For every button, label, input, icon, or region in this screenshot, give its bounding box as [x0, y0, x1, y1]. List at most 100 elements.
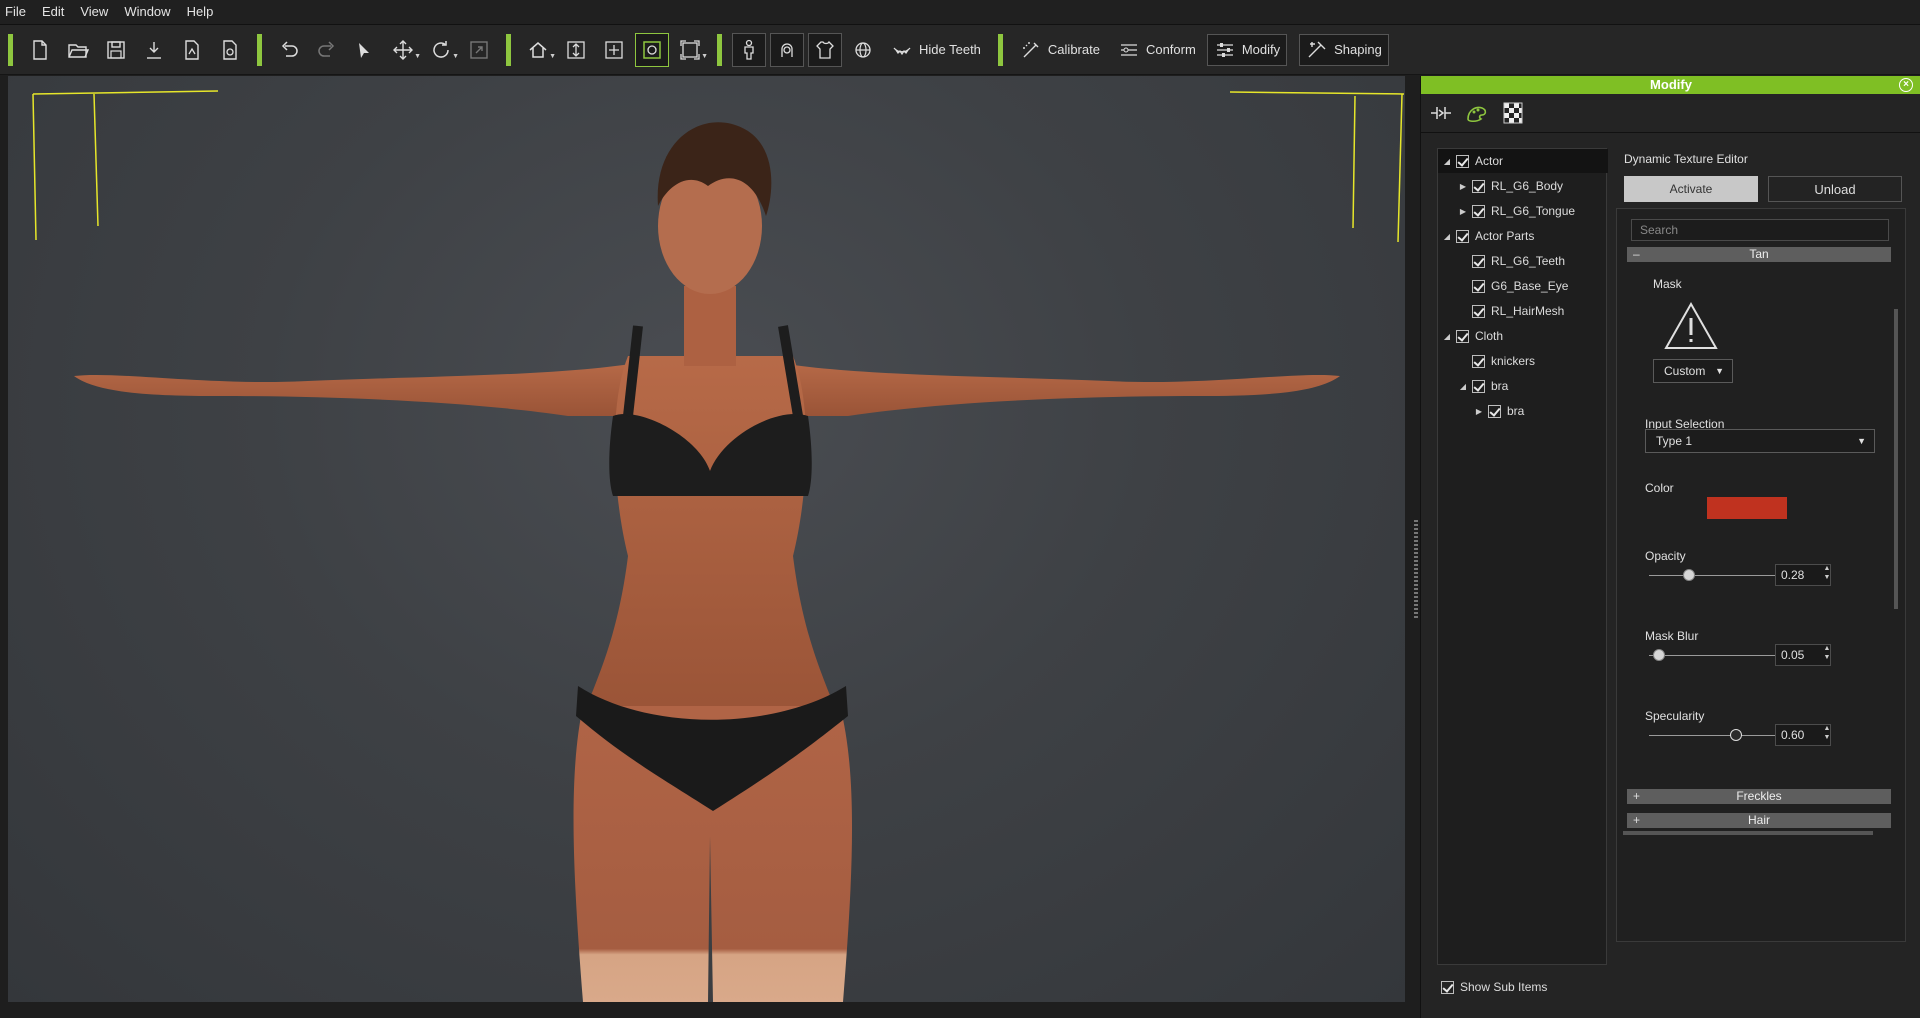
panel-resize-grip[interactable] [1414, 520, 1418, 620]
tree-item-label: RL_G6_Tongue [1491, 204, 1576, 218]
tree-item[interactable]: G6_Base_Eye [1438, 274, 1624, 298]
shaping-button[interactable]: Shaping [1299, 33, 1389, 66]
checkbox-icon[interactable] [1472, 179, 1485, 193]
checkbox-icon[interactable] [1456, 154, 1469, 168]
specularity-slider-track[interactable] [1649, 735, 1789, 736]
opacity-slider-track[interactable] [1649, 575, 1789, 576]
new-file-icon[interactable] [23, 33, 57, 67]
mask-mode-dropdown[interactable]: Custom ▼ [1653, 359, 1733, 383]
expand-arrow-icon[interactable]: ▶ [1458, 207, 1468, 216]
menu-help[interactable]: Help [179, 0, 222, 24]
checkbox-icon[interactable] [1456, 229, 1469, 243]
expand-arrow-icon[interactable]: ◢ [1458, 382, 1468, 391]
color-swatch[interactable] [1707, 497, 1787, 519]
import-icon[interactable] [137, 33, 171, 67]
search-input[interactable]: Search [1631, 219, 1889, 241]
mask-blur-slider-track[interactable] [1649, 655, 1789, 656]
input-selection-dropdown[interactable]: Type 1 ▼ [1645, 429, 1875, 453]
expand-arrow-icon[interactable]: ◢ [1442, 332, 1452, 341]
fit-selected-icon[interactable] [635, 32, 669, 67]
tab-attribute[interactable] [1423, 97, 1459, 129]
spin-buttons[interactable]: ▲ ▼ [1821, 564, 1833, 582]
tab-texture[interactable] [1495, 97, 1531, 129]
tree-item[interactable]: ▶ RL_G6_Body [1438, 174, 1624, 198]
checkbox-icon[interactable] [1472, 254, 1485, 268]
undo-icon[interactable] [272, 33, 306, 67]
section-tan[interactable]: – Tan [1627, 247, 1891, 262]
calibrate-icon [1022, 41, 1039, 57]
3d-viewport[interactable] [8, 76, 1405, 1002]
mask-blur-slider-knob[interactable] [1653, 649, 1665, 661]
open-folder-icon[interactable] [61, 33, 95, 67]
rotate-icon[interactable]: ▼ [424, 33, 459, 67]
save-icon[interactable] [99, 33, 133, 67]
export-settings-icon[interactable] [213, 33, 247, 67]
tree-item[interactable]: ◢ bra [1438, 374, 1624, 398]
viewport-scene [32, 90, 1405, 1002]
body-icon[interactable] [732, 32, 766, 67]
teeth-icon [893, 47, 911, 55]
fit-all-icon[interactable] [597, 33, 631, 67]
checkbox-icon[interactable] [1472, 204, 1485, 218]
spin-buttons[interactable]: ▲ ▼ [1821, 724, 1833, 742]
tree-item[interactable]: RL_G6_Teeth [1438, 249, 1624, 273]
menu-view[interactable]: View [72, 0, 116, 24]
calibrate-button[interactable]: Calibrate [1013, 34, 1107, 66]
vertical-scrollbar[interactable] [1894, 309, 1898, 609]
opacity-slider-knob[interactable] [1683, 569, 1695, 581]
checkbox-icon[interactable] [1456, 329, 1469, 343]
section-freckles[interactable]: + Freckles [1627, 789, 1891, 804]
select-arrow-icon[interactable] [348, 33, 382, 67]
checkbox-icon[interactable] [1472, 279, 1485, 293]
cloth-icon[interactable] [808, 32, 842, 67]
checkbox-icon[interactable] [1472, 379, 1485, 393]
tab-material[interactable] [1459, 97, 1495, 129]
export-icon[interactable] [175, 33, 209, 67]
checkbox-icon[interactable] [1472, 354, 1485, 368]
tree-item[interactable]: ◢ Actor [1438, 149, 1608, 173]
expand-arrow-icon[interactable]: ◢ [1442, 232, 1452, 241]
expand-arrow-icon[interactable]: ▶ [1458, 182, 1468, 191]
globe-icon[interactable] [846, 33, 880, 67]
editor-scroll-area[interactable]: Search – Tan Mask Custom ▼ Input Selecti… [1616, 208, 1906, 942]
checkbox-icon[interactable] [1472, 304, 1485, 318]
redo-icon[interactable] [310, 33, 344, 67]
conform-button[interactable]: Conform [1111, 34, 1203, 66]
menu-window[interactable]: Window [116, 0, 178, 24]
specularity-label: Specularity [1645, 709, 1705, 723]
menu-edit[interactable]: Edit [34, 0, 72, 24]
tree-item[interactable]: ▶ RL_G6_Tongue [1438, 199, 1624, 223]
tree-item[interactable]: ◢ Cloth [1438, 324, 1608, 348]
close-icon[interactable]: × [1899, 78, 1913, 92]
show-sub-items-checkbox[interactable]: Show Sub Items [1437, 980, 1547, 994]
tree-item-label: RL_HairMesh [1491, 304, 1565, 318]
neck [684, 286, 736, 366]
hide-teeth-button[interactable]: Hide Teeth [884, 34, 988, 66]
checkbox-icon[interactable] [1488, 404, 1501, 418]
camera-frame-icon[interactable]: ▼ [673, 33, 708, 67]
tree-item[interactable]: ▶ bra [1438, 399, 1640, 423]
chevron-down-icon: ▼ [1857, 436, 1866, 446]
home-camera-icon[interactable]: ▼ [521, 33, 556, 67]
expand-icon: + [1633, 789, 1641, 803]
expand-arrow-icon[interactable]: ▶ [1474, 407, 1484, 416]
activate-button[interactable]: Activate [1624, 176, 1758, 202]
horizontal-scrollbar[interactable] [1623, 831, 1873, 835]
move-icon[interactable]: ▼ [386, 33, 421, 67]
tree-item[interactable]: ◢ Actor Parts [1438, 224, 1608, 248]
expand-arrow-icon[interactable]: ◢ [1442, 157, 1452, 166]
scale-icon[interactable] [462, 33, 496, 67]
specularity-slider-knob[interactable] [1730, 729, 1742, 741]
fit-height-icon[interactable] [559, 33, 593, 67]
section-hair[interactable]: + Hair [1627, 813, 1891, 828]
palette-icon [1467, 106, 1487, 123]
modify-button[interactable]: Modify [1206, 33, 1288, 66]
unload-button[interactable]: Unload [1768, 176, 1902, 202]
panel-title-bar: Modify × [1421, 76, 1920, 94]
tree-item[interactable]: knickers [1438, 349, 1624, 373]
tree-item[interactable]: RL_HairMesh [1438, 299, 1624, 323]
spin-buttons[interactable]: ▲ ▼ [1821, 644, 1833, 662]
checkbox-icon [1441, 980, 1454, 994]
menu-file[interactable]: File [0, 0, 34, 24]
head-icon[interactable] [770, 32, 804, 67]
